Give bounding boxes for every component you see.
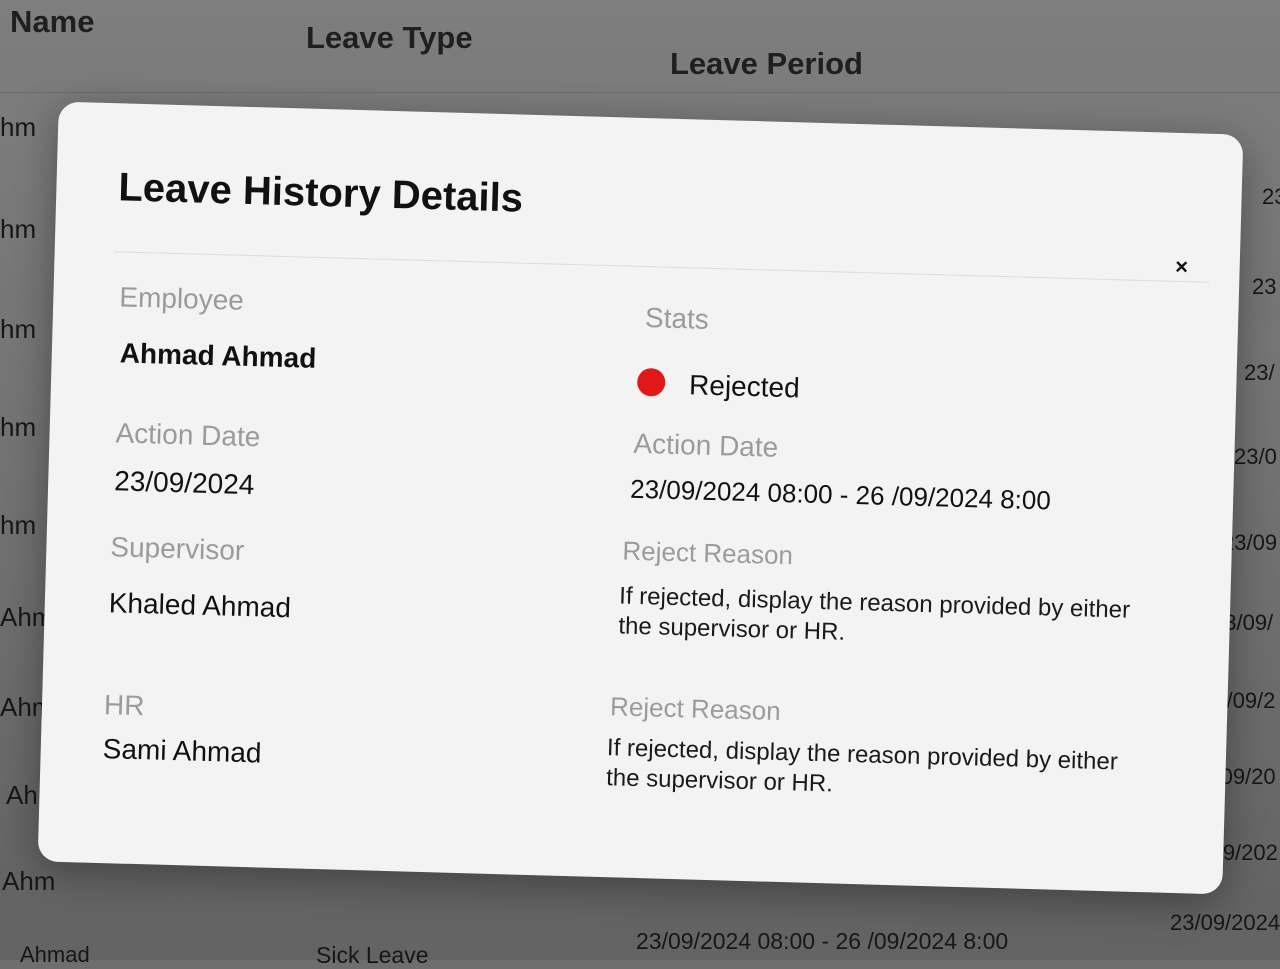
modal-title: Leave History Details bbox=[117, 165, 524, 221]
supervisor-value: Khaled Ahmad bbox=[108, 587, 292, 624]
close-icon[interactable]: × bbox=[1167, 253, 1196, 282]
stats-label: Stats bbox=[644, 302, 710, 335]
action-date-label: Action Date bbox=[115, 417, 261, 453]
reject-reason-1-value: If rejected, display the reason provided… bbox=[618, 582, 1131, 646]
leave-history-details-modal: Leave History Details × Employee Ahmad A… bbox=[37, 101, 1244, 895]
employee-value: Ahmad Ahmad bbox=[119, 337, 317, 374]
reject-reason-1-label: Reject Reason bbox=[622, 535, 794, 571]
status-dot-icon bbox=[636, 367, 666, 397]
supervisor-label: Supervisor bbox=[110, 531, 245, 566]
title-divider bbox=[114, 251, 1210, 283]
period-value: 23/09/2024 08:00 - 26 /09/2024 8:00 bbox=[629, 473, 1052, 516]
hr-value: Sami Ahmad bbox=[102, 733, 262, 769]
action-date-value: 23/09/2024 bbox=[113, 465, 255, 501]
period-label: Action Date bbox=[633, 427, 779, 463]
status-value: Rejected bbox=[688, 369, 801, 404]
reject-reason-2-value: If rejected, display the reason provided… bbox=[605, 734, 1119, 798]
hr-label: HR bbox=[103, 689, 145, 722]
reject-reason-2-label: Reject Reason bbox=[609, 691, 782, 726]
employee-label: Employee bbox=[118, 281, 245, 316]
